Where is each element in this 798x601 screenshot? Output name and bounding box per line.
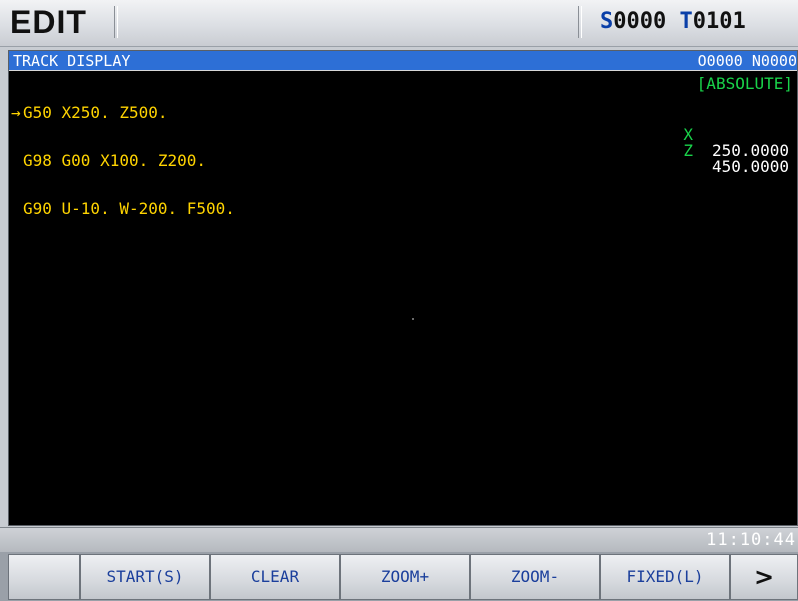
spindle-value: 0000 xyxy=(613,9,667,34)
code-line: G98 G00 X100. Z200. xyxy=(11,153,235,169)
softkey-blank[interactable] xyxy=(8,554,80,600)
softkey-start[interactable]: START(S) xyxy=(80,554,210,600)
spindle-prefix: S xyxy=(600,9,614,34)
track-display-screen: TRACK DISPLAY O0000 N0000 → G50 X250. Z50… xyxy=(8,50,798,526)
softkey-next-page-icon[interactable]: > xyxy=(730,554,798,600)
header-divider xyxy=(114,6,118,38)
code-line: → G50 X250. Z500. xyxy=(11,105,235,121)
coord-value: 450.0000 xyxy=(711,157,789,176)
coord-row-z: Z 450.0000 xyxy=(663,127,793,175)
status-bar: 11:10:44 xyxy=(0,527,798,552)
current-line-arrow-icon: → xyxy=(11,103,21,122)
top-header-bar: EDIT S0000 T0101 xyxy=(0,0,798,47)
coord-row-x: X 250.0000 xyxy=(663,111,793,159)
tool-value: 0101 xyxy=(692,9,746,34)
softkey-bar: START(S) CLEAR ZOOM+ ZOOM- FIXED(L) > xyxy=(0,552,798,601)
screen-title-bar: TRACK DISPLAY O0000 N0000 xyxy=(9,51,797,71)
softkey-zoom-in[interactable]: ZOOM+ xyxy=(340,554,470,600)
program-number: O0000 N0000 xyxy=(697,52,797,70)
track-origin-dot xyxy=(412,318,414,320)
code-line-text: G90 U-10. W-200. F500. xyxy=(23,199,235,218)
coordinate-mode-label: [ABSOLUTE] xyxy=(696,74,793,93)
softkey-zoom-out[interactable]: ZOOM- xyxy=(470,554,600,600)
code-line-text: G50 X250. Z500. xyxy=(23,103,168,122)
clock-time: 11:10:44 xyxy=(706,530,796,550)
coord-axis-label: Z xyxy=(683,141,693,160)
screen-title: TRACK DISPLAY xyxy=(13,52,131,70)
spindle-tool-readout: S0000 T0101 xyxy=(600,9,746,35)
softkey-clear[interactable]: CLEAR xyxy=(210,554,340,600)
operation-mode-label: EDIT xyxy=(10,4,87,40)
header-divider xyxy=(578,6,582,38)
code-line: G90 U-10. W-200. F500. xyxy=(11,201,235,217)
tool-prefix: T xyxy=(679,9,693,34)
softkey-fixed[interactable]: FIXED(L) xyxy=(600,554,730,600)
code-line-text: G98 G00 X100. Z200. xyxy=(23,151,207,170)
program-code-list: → G50 X250. Z500. G98 G00 X100. Z200. G90… xyxy=(11,73,235,249)
